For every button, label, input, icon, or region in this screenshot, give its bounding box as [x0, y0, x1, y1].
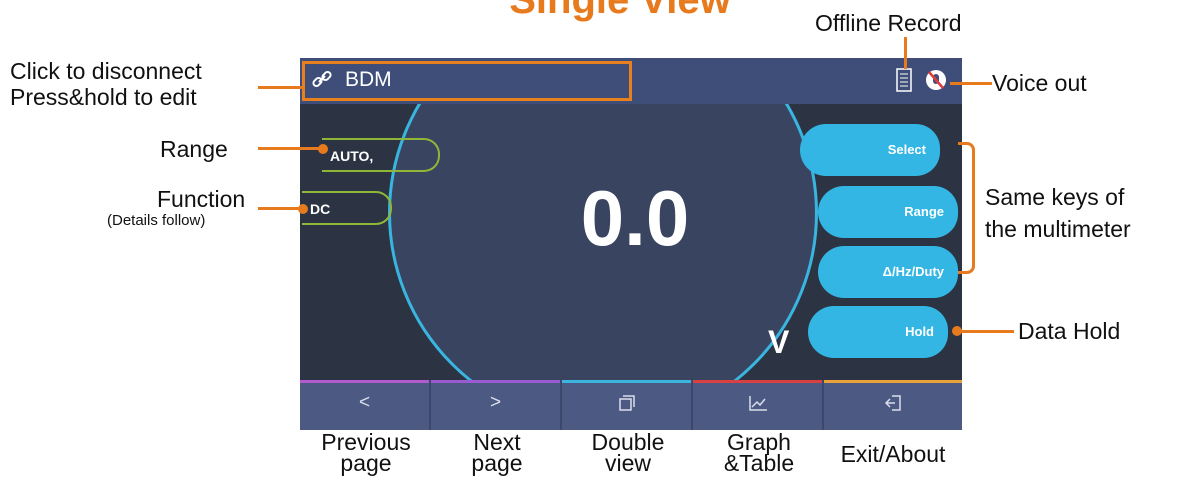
- annotation-voice-out: Voice out: [992, 70, 1087, 96]
- function-tag: DC: [302, 191, 392, 225]
- exit-icon: [884, 395, 901, 411]
- caption-next-page: Next page: [437, 431, 557, 476]
- graph-table-button[interactable]: [693, 380, 824, 430]
- callout-dot: [298, 204, 308, 214]
- callout-line: [958, 330, 1014, 333]
- annotation-range: Range: [160, 136, 228, 162]
- measurement-unit: V: [768, 324, 790, 360]
- function-tag-label: DC: [310, 201, 331, 217]
- measurement-value: 0.0: [580, 174, 690, 262]
- page-title: Single View: [509, 0, 731, 22]
- callout-line: [950, 82, 992, 85]
- caption-line: &Table: [723, 450, 795, 476]
- caption-line: view: [604, 450, 651, 476]
- callout-line: [258, 86, 302, 89]
- double-view-icon: [618, 395, 635, 411]
- caption-line: page: [471, 450, 523, 476]
- bottom-nav: < >: [300, 380, 962, 430]
- range-tag-label: AUTO,: [330, 148, 374, 164]
- caption-line: page: [340, 450, 392, 476]
- top-bar: BDM: [300, 58, 962, 104]
- delta-hz-duty-button[interactable]: Δ/Hz/Duty: [818, 246, 958, 298]
- annotation-disconnect: Click to disconnect: [10, 58, 202, 84]
- chart-icon: [748, 396, 767, 411]
- annotation-same-keys-2: the multimeter: [985, 216, 1131, 242]
- previous-page-button[interactable]: <: [300, 380, 431, 430]
- caption-double-view: Double view: [568, 431, 688, 476]
- caption-previous-page: Previous page: [306, 431, 426, 476]
- annotation-offline-record: Offline Record: [815, 10, 962, 36]
- annotation-function-note: (Details follow): [107, 212, 206, 229]
- range-button[interactable]: Range: [818, 186, 958, 238]
- previous-page-label: <: [358, 392, 371, 413]
- callout-line: [258, 207, 302, 210]
- annotation-function: Function: [157, 186, 246, 212]
- annotation-data-hold: Data Hold: [1018, 318, 1121, 344]
- callout-line: [904, 37, 907, 69]
- voice-muted-icon[interactable]: [924, 68, 948, 97]
- callout-dot: [318, 144, 328, 154]
- range-tag: AUTO,: [322, 138, 440, 172]
- caption-exit-about: Exit/About: [840, 441, 946, 467]
- link-icon: [310, 67, 336, 98]
- device-name: BDM: [345, 68, 392, 91]
- next-page-button[interactable]: >: [431, 380, 562, 430]
- exit-about-button[interactable]: [824, 380, 962, 430]
- annotation-same-keys-1: Same keys of: [985, 184, 1125, 210]
- offline-record-icon[interactable]: [896, 68, 912, 97]
- next-page-label: >: [489, 392, 502, 413]
- device-screen: BDM AUTO, DC 0.0 V Select Range Δ/Hz/Dut…: [300, 58, 962, 430]
- caption-graph-table: Graph &Table: [699, 431, 819, 476]
- keys-bracket: [958, 142, 975, 274]
- annotation-edit: Press&hold to edit: [10, 84, 197, 110]
- select-button[interactable]: Select: [800, 124, 940, 176]
- double-view-button[interactable]: [562, 380, 693, 430]
- hold-button[interactable]: Hold: [808, 306, 948, 358]
- callout-line: [258, 147, 322, 150]
